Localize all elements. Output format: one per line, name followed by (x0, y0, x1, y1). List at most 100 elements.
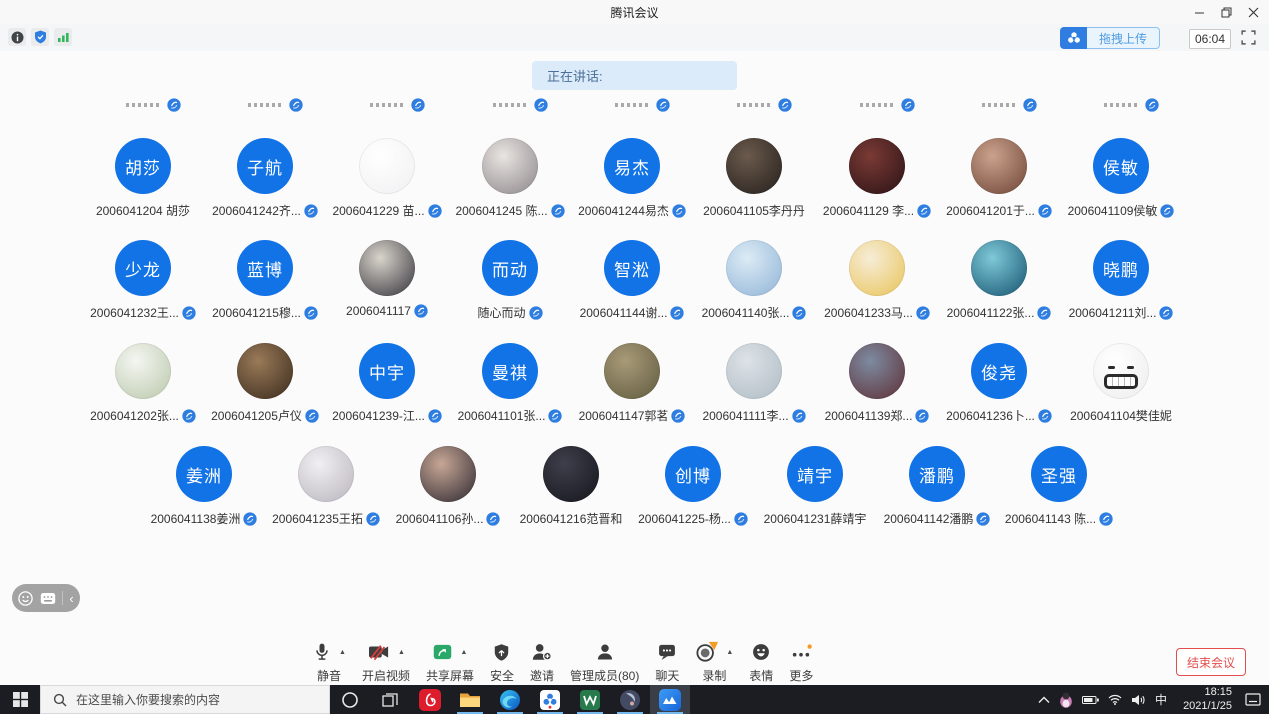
participant-tile[interactable]: 2006041216范晋和 (510, 446, 632, 527)
toolbar-record-button[interactable]: ▲录制 (695, 640, 733, 684)
battery-icon[interactable] (1082, 695, 1099, 705)
voice-icon (304, 306, 318, 320)
participant-tile[interactable]: 2006041129 李... (816, 138, 938, 219)
avatar-initials: 侯敏 (1093, 138, 1149, 194)
participant-tile[interactable]: 晓鹏2006041211刘... (1060, 240, 1182, 321)
participant-tile[interactable]: 易杰2006041244易杰 (571, 138, 693, 219)
participant-id: 2006041216范晋和 (520, 510, 623, 527)
taskbar-clock[interactable]: 18:15 2021/1/25 (1176, 686, 1232, 714)
participant-tile[interactable]: 俊尧2006041236卜... (938, 343, 1060, 424)
participant-tile[interactable]: 少龙2006041232王... (82, 240, 204, 321)
participant-tile[interactable]: 2006041122张... (938, 240, 1060, 321)
action-center-icon[interactable] (1245, 693, 1261, 707)
wifi-icon[interactable] (1108, 694, 1122, 705)
avatar-photo-harbor-flag (849, 343, 905, 399)
window-title: 腾讯会议 (610, 4, 658, 21)
toolbar-more-button[interactable]: 更多 (789, 640, 813, 684)
participant-tile[interactable]: 2006041245 陈... (449, 138, 571, 219)
avatar-photo-sea-landscape (971, 240, 1027, 296)
caret-up-icon[interactable]: ▲ (398, 649, 405, 656)
participant-tile[interactable]: 2006041147郭茗 (571, 343, 693, 424)
edge-icon[interactable] (490, 685, 530, 714)
chat-icon (657, 642, 677, 662)
participant-tile[interactable]: 子航2006041242齐... (204, 138, 326, 219)
caret-up-icon[interactable]: ▲ (339, 649, 346, 656)
toolbar-members-button[interactable]: 管理成员(80) (570, 640, 639, 684)
participant-tile[interactable]: 智淞2006041144谢... (571, 240, 693, 321)
emoji-icon[interactable] (18, 591, 33, 606)
chevron-up-icon[interactable] (1038, 696, 1050, 704)
toolbar-item-label: 表情 (749, 667, 773, 684)
caret-up-icon[interactable]: ▲ (460, 649, 467, 656)
caret-up-icon[interactable]: ▲ (726, 649, 733, 656)
participant-tile[interactable]: 2006041117 (326, 240, 448, 318)
taskbar-search-input[interactable]: 在这里输入你要搜索的内容 (40, 685, 330, 714)
end-meeting-button[interactable]: 结束会议 (1176, 648, 1246, 676)
participant-tile[interactable]: 2006041106孙... (387, 446, 509, 527)
participant-tile[interactable]: 侯敏2006041109侯敏 (1060, 138, 1182, 219)
tencent-meeting-icon[interactable] (650, 685, 690, 714)
toolbar-invite-button[interactable]: 邀请 (530, 640, 554, 684)
participant-tile[interactable]: 2006041229 苗... (326, 138, 448, 219)
participant-tile[interactable]: 而动随心而动 (449, 240, 571, 321)
participant-tile[interactable]: 曼祺2006041101张... (449, 343, 571, 424)
participant-tile[interactable]: 创博2006041225-杨... (632, 446, 754, 527)
network-signal-icon[interactable] (54, 28, 72, 46)
collapse-left-icon[interactable]: ‹ (69, 591, 73, 606)
participant-tile[interactable]: 圣强2006041143 陈... (998, 446, 1120, 527)
participant-tile[interactable]: 2006041205卢仪 (204, 343, 326, 424)
participant-tile[interactable]: 靖宇2006041231薛靖宇 (754, 446, 876, 527)
info-icon[interactable] (8, 28, 26, 46)
shield-icon[interactable] (31, 28, 49, 46)
participant-tile[interactable]: 姜洲2006041138姜洲 (143, 446, 265, 527)
participant-tile[interactable]: 胡莎2006041204 胡莎 (82, 138, 204, 219)
cortana-icon[interactable] (330, 685, 370, 714)
windows-start-icon[interactable] (0, 685, 40, 714)
participant-tile[interactable]: 潘鹏2006041142潘鹏 (876, 446, 998, 527)
dark-round-app-icon[interactable] (610, 685, 650, 714)
danmaku-keyboard-icon[interactable] (40, 592, 56, 605)
baidu-netdisk-icon[interactable] (530, 685, 570, 714)
toolbar-security-shield-button[interactable]: 安全 (490, 640, 514, 684)
toolbar-face-emoji-button[interactable]: 表情 (749, 640, 773, 684)
qq-icon[interactable] (1059, 692, 1073, 708)
participant-tile[interactable]: 2006041235王拓 (265, 446, 387, 527)
participant-tile[interactable]: 2006041202张... (82, 343, 204, 424)
participant-tile[interactable]: 2006041104樊佳妮 (1060, 343, 1182, 424)
participant-tile[interactable]: 中宇2006041239-江... (326, 343, 448, 424)
participant-id: 2006041147郭茗 (579, 407, 669, 424)
participant-tile[interactable]: 2006041111李... (693, 343, 815, 424)
participant-tile[interactable]: 2006041233马... (816, 240, 938, 321)
fullscreen-icon[interactable] (1240, 29, 1257, 46)
participant-tile[interactable]: 2006041201于... (938, 138, 1060, 219)
volume-icon[interactable] (1131, 694, 1146, 706)
participant-tile[interactable]: 2006041139郑... (816, 343, 938, 424)
participant-label-row: 2006041233马... (824, 304, 930, 321)
camera-off-icon (367, 642, 391, 662)
participant-tile[interactable]: 2006041140张... (693, 240, 815, 321)
toolbar-item-label: 安全 (490, 667, 514, 684)
drag-upload-button[interactable]: 拖拽上传 (1060, 27, 1160, 49)
netease-music-icon[interactable] (410, 685, 450, 714)
green-w-app-icon[interactable] (570, 685, 610, 714)
restore-icon[interactable] (1213, 0, 1240, 24)
toolbar-mic-button[interactable]: ▲静音 (312, 640, 346, 684)
participant-tile[interactable]: 2006041105李丹丹 (693, 138, 815, 219)
toolbar-chat-button[interactable]: 聊天 (655, 640, 679, 684)
participant-label-row: 2006041201于... (946, 202, 1052, 219)
toolbar-item-label: 聊天 (655, 667, 679, 684)
clipped-participant-label (470, 98, 570, 112)
close-icon[interactable] (1240, 0, 1267, 24)
status-icons (8, 28, 72, 46)
participant-tile[interactable]: 蓝博2006041215穆... (204, 240, 326, 321)
clipped-text (982, 103, 1018, 107)
minimize-icon[interactable] (1186, 0, 1213, 24)
voice-icon (917, 204, 931, 218)
toolbar-camera-off-button[interactable]: ▲开启视频 (362, 640, 410, 684)
ime-indicator[interactable]: 中 (1155, 691, 1167, 708)
file-explorer-icon[interactable] (450, 685, 490, 714)
participant-id: 2006041139郑... (825, 407, 913, 424)
toolbar-screen-share-button[interactable]: ▲共享屏幕 (426, 640, 474, 684)
task-view-icon[interactable] (370, 685, 410, 714)
voice-icon (1038, 204, 1052, 218)
